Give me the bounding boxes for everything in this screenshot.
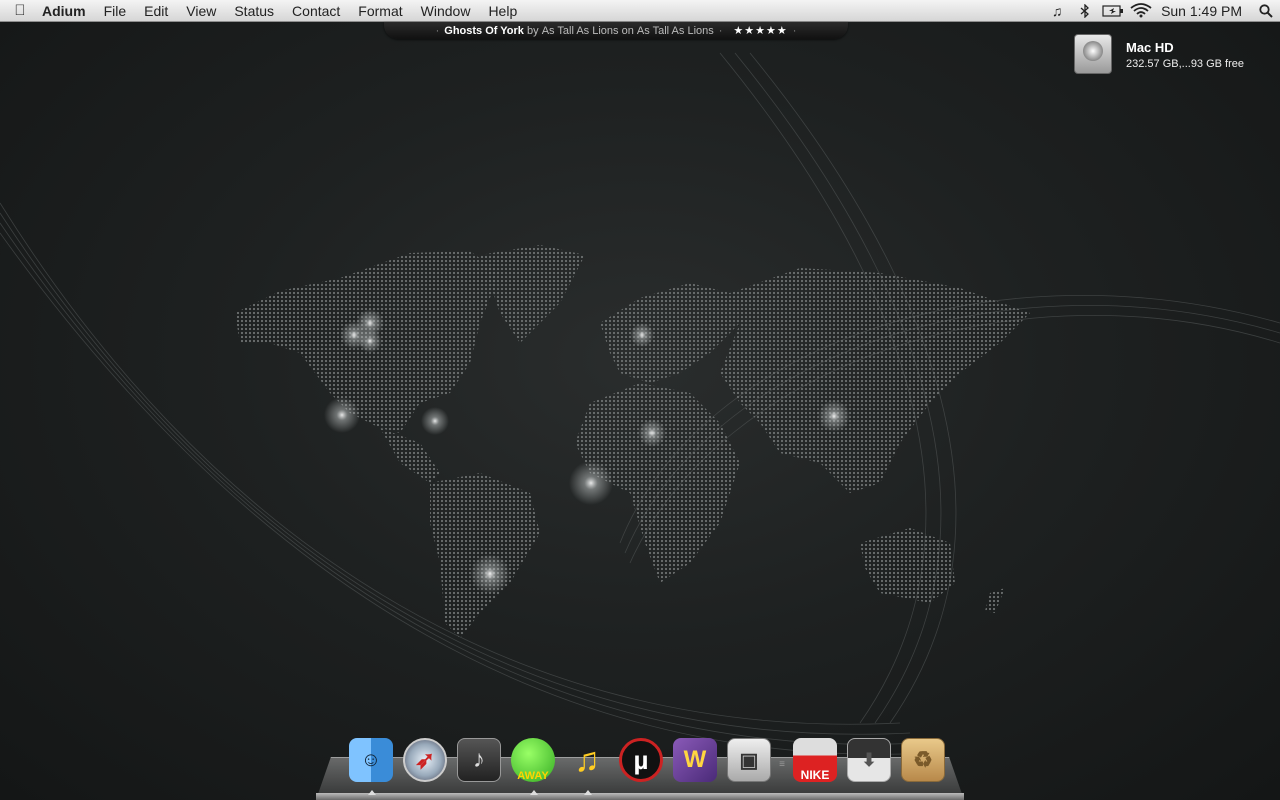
dock: ☺ ➶ ♪ AWAY ♫ µ W ▣ ≡ NIKE ⬇ ♻ xyxy=(344,734,950,795)
dock-music-app[interactable]: ♪ xyxy=(455,736,503,784)
sneaker-box-icon: NIKE xyxy=(793,738,837,782)
now-playing-bar[interactable]: · Ghosts Of York by As Tall As Lions on … xyxy=(384,22,848,39)
menu-edit[interactable]: Edit xyxy=(135,3,177,19)
menu-format[interactable]: Format xyxy=(349,3,411,19)
desktop-drive-mac-hd[interactable]: Mac HD 232.57 GB,...93 GB free xyxy=(1074,34,1274,78)
hard-drive-icon[interactable] xyxy=(1074,34,1112,74)
safari-icon: ➶ xyxy=(403,738,447,782)
apple-menu-icon[interactable]:  xyxy=(0,2,40,19)
separator-dot: · xyxy=(718,24,723,37)
drive-info: 232.57 GB,...93 GB free xyxy=(1126,58,1245,70)
dock-adium[interactable]: AWAY xyxy=(509,736,557,795)
menu-status[interactable]: Status xyxy=(225,3,283,19)
music-app-icon: ♪ xyxy=(457,738,501,782)
now-playing-by: by xyxy=(527,24,539,37)
now-playing-song: Ghosts Of York xyxy=(444,24,524,37)
drive-name: Mac HD xyxy=(1126,40,1174,55)
utorrent-icon: µ xyxy=(619,738,663,782)
bluetooth-icon[interactable] xyxy=(1071,0,1099,22)
menu-contact[interactable]: Contact xyxy=(283,3,349,19)
downloads-stack-icon: ⬇ xyxy=(847,738,891,782)
dock-sneakers-folder[interactable]: NIKE xyxy=(791,736,839,784)
separator-dot: · xyxy=(792,24,797,37)
now-playing-artist: As Tall As Lions xyxy=(541,24,619,37)
music-note-icon[interactable]: ♫ xyxy=(1043,0,1071,22)
dock-utorrent[interactable]: µ xyxy=(617,736,665,784)
preview-icon: ▣ xyxy=(727,738,771,782)
menu-view[interactable]: View xyxy=(177,3,225,19)
dock-safari[interactable]: ➶ xyxy=(401,736,449,784)
dock-separator[interactable]: ≡ xyxy=(776,744,788,784)
dock-downloads-stack[interactable]: ⬇ xyxy=(845,736,893,784)
itunes-icon: ♫ xyxy=(574,740,600,779)
menu-clock[interactable]: Sun 1:49 PM xyxy=(1155,3,1252,19)
finder-icon: ☺ xyxy=(349,738,393,782)
running-indicator xyxy=(368,790,376,795)
menu-app-name[interactable]: Adium xyxy=(40,3,95,19)
desktop-wallpaper xyxy=(0,52,1280,755)
menu-file[interactable]: File xyxy=(95,3,136,19)
dock-w-app[interactable]: W xyxy=(671,736,719,784)
wifi-icon[interactable] xyxy=(1127,0,1155,22)
now-playing-on: on xyxy=(621,24,634,37)
search-icon[interactable] xyxy=(1252,0,1280,22)
menu-bar:  Adium File Edit View Status Contact Fo… xyxy=(0,0,1280,22)
now-playing-rating[interactable]: ★★★★★ xyxy=(727,24,787,37)
running-indicator xyxy=(530,790,538,795)
dock-itunes[interactable]: ♫ xyxy=(563,736,611,795)
menu-window[interactable]: Window xyxy=(412,3,480,19)
adium-duck-icon: AWAY xyxy=(511,738,555,782)
w-app-icon: W xyxy=(673,738,717,782)
battery-icon[interactable] xyxy=(1099,0,1127,22)
dock-edge xyxy=(316,793,964,800)
menu-help[interactable]: Help xyxy=(479,3,526,19)
dock-trash[interactable]: ♻ xyxy=(899,736,947,784)
trash-box-icon: ♻ xyxy=(901,738,945,782)
dock-finder[interactable]: ☺ xyxy=(347,736,395,795)
running-indicator xyxy=(584,790,592,795)
now-playing-album: As Tall As Lions xyxy=(636,24,714,37)
dock-preview[interactable]: ▣ xyxy=(725,736,773,784)
separator-dot: · xyxy=(435,24,440,37)
